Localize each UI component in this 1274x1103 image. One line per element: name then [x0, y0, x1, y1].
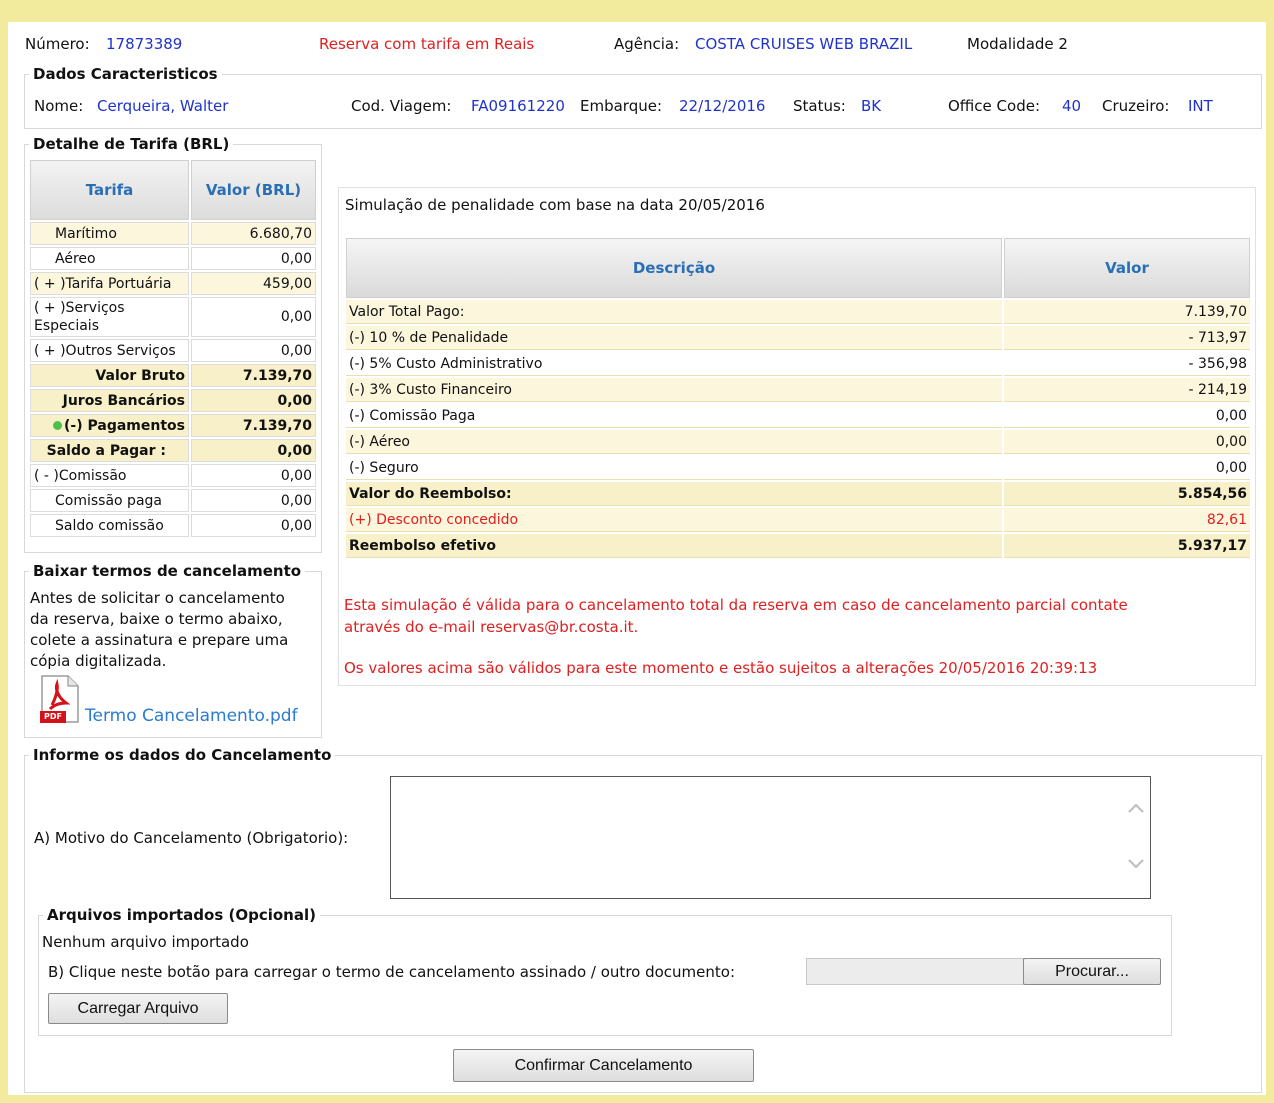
nenhum-arquivo-text: Nenhum arquivo importado: [42, 933, 249, 951]
tarifa-row-label: Saldo comissão: [30, 514, 189, 537]
col-tarifa: Tarifa: [30, 160, 189, 220]
agencia-value: COSTA CRUISES WEB BRAZIL: [695, 35, 913, 53]
arquivos-legend: Arquivos importados (Opcional): [47, 906, 316, 924]
modalidade: Modalidade 2: [967, 35, 1068, 53]
status-dot-icon: [53, 420, 63, 430]
embarque-label: Embarque:: [580, 97, 663, 115]
penalidade-row-value: 7.139,70: [1004, 300, 1250, 324]
tarifa-row-value: 0,00: [191, 389, 316, 412]
numero-label: Número:: [25, 35, 90, 53]
penalidade-row-value: - 214,19: [1004, 378, 1250, 402]
tarifa-row-value: 7.139,70: [191, 414, 316, 437]
tarifa-row-value: 6.680,70: [191, 222, 316, 245]
col-valor: Valor: [1004, 238, 1250, 298]
penalidade-row-label: Valor Total Pago:: [346, 300, 1002, 324]
upload-label: B) Clique neste botão para carregar o te…: [48, 963, 736, 981]
tarifa-table: Tarifa Valor (BRL) Marítimo 6.680,70 Aére…: [28, 158, 318, 539]
tarifa-table-wrap: Tarifa Valor (BRL) Marítimo 6.680,70 Aére…: [28, 158, 318, 539]
simulacao-validity-note: Os valores acima são válidos para este m…: [344, 659, 1098, 677]
dados-legend: Dados Caracteristicos: [33, 65, 218, 83]
baixar-text-line3: colete a assinatura e prepare uma: [30, 631, 289, 649]
status-value: BK: [861, 97, 882, 115]
tarifa-row-value: 7.139,70: [191, 364, 316, 387]
simulacao-note-line1: Esta simulação é válida para o cancelame…: [344, 596, 1128, 614]
penalidade-row-value: 5.854,56: [1004, 482, 1250, 506]
tarifa-row-label: Juros Bancários: [30, 389, 189, 412]
office-value: 40: [1062, 97, 1082, 115]
tarifa-row-label: ( - )Comissão: [30, 464, 189, 487]
baixar-text-line1: Antes de solicitar o cancelamento: [30, 589, 285, 607]
nome-value: Cerqueira, Walter: [97, 97, 229, 115]
penalidade-row-label: (-) 3% Custo Financeiro: [346, 378, 1002, 402]
tarifa-row-label: ( + )Serviços Especiais: [30, 297, 189, 337]
penalidade-row-value: 82,61: [1004, 508, 1250, 532]
tarifa-row-value: 0,00: [191, 489, 316, 512]
penalidade-row-label: (-) 10 % de Penalidade: [346, 326, 1002, 350]
termo-cancelamento-link[interactable]: Termo Cancelamento.pdf: [85, 706, 298, 726]
tarifa-row-label: Comissão paga: [30, 489, 189, 512]
tarifa-row-pagamentos: (-) Pagamentos: [30, 414, 189, 437]
tarifa-row-value: 0,00: [191, 514, 316, 537]
cancelamento-legend: Informe os dados do Cancelamento: [33, 746, 332, 764]
tarifa-row-label: Marítimo: [30, 222, 189, 245]
scroll-up-icon[interactable]: [1126, 801, 1146, 815]
penalidade-row-value: 0,00: [1004, 404, 1250, 428]
tarifa-row-value: 0,00: [191, 247, 316, 270]
simulacao-note-line2: através do e-mail reservas@br.costa.it.: [344, 618, 639, 636]
penalidade-row-label: (-) 5% Custo Administrativo: [346, 352, 1002, 376]
tarifa-row-label: Saldo a Pagar :: [30, 439, 189, 462]
tarifa-legend: Detalhe de Tarifa (BRL): [33, 135, 230, 153]
penalidade-row-label: (-) Comissão Paga: [346, 404, 1002, 428]
penalidade-row-label: (-) Seguro: [346, 456, 1002, 480]
nome-label: Nome:: [34, 97, 84, 115]
penalidade-row-value: 5.937,17: [1004, 534, 1250, 558]
tarifa-row-label: (-) Pagamentos: [64, 417, 185, 434]
penalidade-row-label: Valor do Reembolso:: [346, 482, 1002, 506]
confirmar-cancelamento-button[interactable]: Confirmar Cancelamento: [453, 1049, 754, 1082]
tarifa-row-label: Valor Bruto: [30, 364, 189, 387]
agencia-label: Agência:: [614, 35, 680, 53]
status-label: Status:: [793, 97, 846, 115]
tarifa-row-value: 0,00: [191, 464, 316, 487]
penalidade-row-value: - 356,98: [1004, 352, 1250, 376]
scroll-down-icon[interactable]: [1126, 857, 1146, 871]
cruzeiro-value: INT: [1188, 97, 1213, 115]
tarifa-row-value: 0,00: [191, 297, 316, 337]
col-valor: Valor (BRL): [191, 160, 316, 220]
cruzeiro-label: Cruzeiro:: [1102, 97, 1170, 115]
cod-viagem-label: Cod. Viagem:: [351, 97, 452, 115]
pdf-file-icon[interactable]: PDF: [40, 675, 80, 723]
carregar-arquivo-button[interactable]: Carregar Arquivo: [48, 993, 228, 1024]
col-descricao: Descrição: [346, 238, 1002, 298]
tarifa-row-value: 0,00: [191, 439, 316, 462]
simulacao-title: Simulação de penalidade com base na data…: [345, 196, 765, 214]
motivo-label: A) Motivo do Cancelamento (Obrigatorio):: [34, 829, 349, 847]
penalidade-row-value: 0,00: [1004, 430, 1250, 454]
motivo-textarea[interactable]: [390, 776, 1151, 899]
penalidade-row-value: - 713,97: [1004, 326, 1250, 350]
file-path-field[interactable]: [806, 958, 1024, 985]
penalidade-row-value: 0,00: [1004, 456, 1250, 480]
pdf-badge: PDF: [44, 712, 62, 721]
embarque-value: 22/12/2016: [679, 97, 766, 115]
baixar-text-line2: da reserva, baixe o termo abaixo,: [30, 610, 283, 628]
reserva-info: Reserva com tarifa em Reais: [319, 35, 535, 53]
numero-value: 17873389: [106, 35, 183, 53]
procurar-button[interactable]: Procurar...: [1023, 958, 1161, 985]
penalidade-table-wrap: Descrição Valor Valor Total Pago: 7.139,7…: [344, 236, 1252, 560]
penalidade-table: Descrição Valor Valor Total Pago: 7.139,7…: [344, 236, 1252, 560]
penalidade-row-label: Reembolso efetivo: [346, 534, 1002, 558]
penalidade-row-label: (-) Aéreo: [346, 430, 1002, 454]
tarifa-row-label: ( + )Tarifa Portuária: [30, 272, 189, 295]
penalidade-row-label: (+) Desconto concedido: [346, 508, 1002, 532]
cod-viagem-value: FA09161220: [471, 97, 565, 115]
baixar-text-line4: cópia digitalizada.: [30, 652, 167, 670]
tarifa-row-value: 459,00: [191, 272, 316, 295]
office-label: Office Code:: [948, 97, 1041, 115]
tarifa-row-label: ( + )Outros Serviços: [30, 339, 189, 362]
tarifa-row-label: Aéreo: [30, 247, 189, 270]
baixar-legend: Baixar termos de cancelamento: [33, 562, 302, 580]
tarifa-row-value: 0,00: [191, 339, 316, 362]
